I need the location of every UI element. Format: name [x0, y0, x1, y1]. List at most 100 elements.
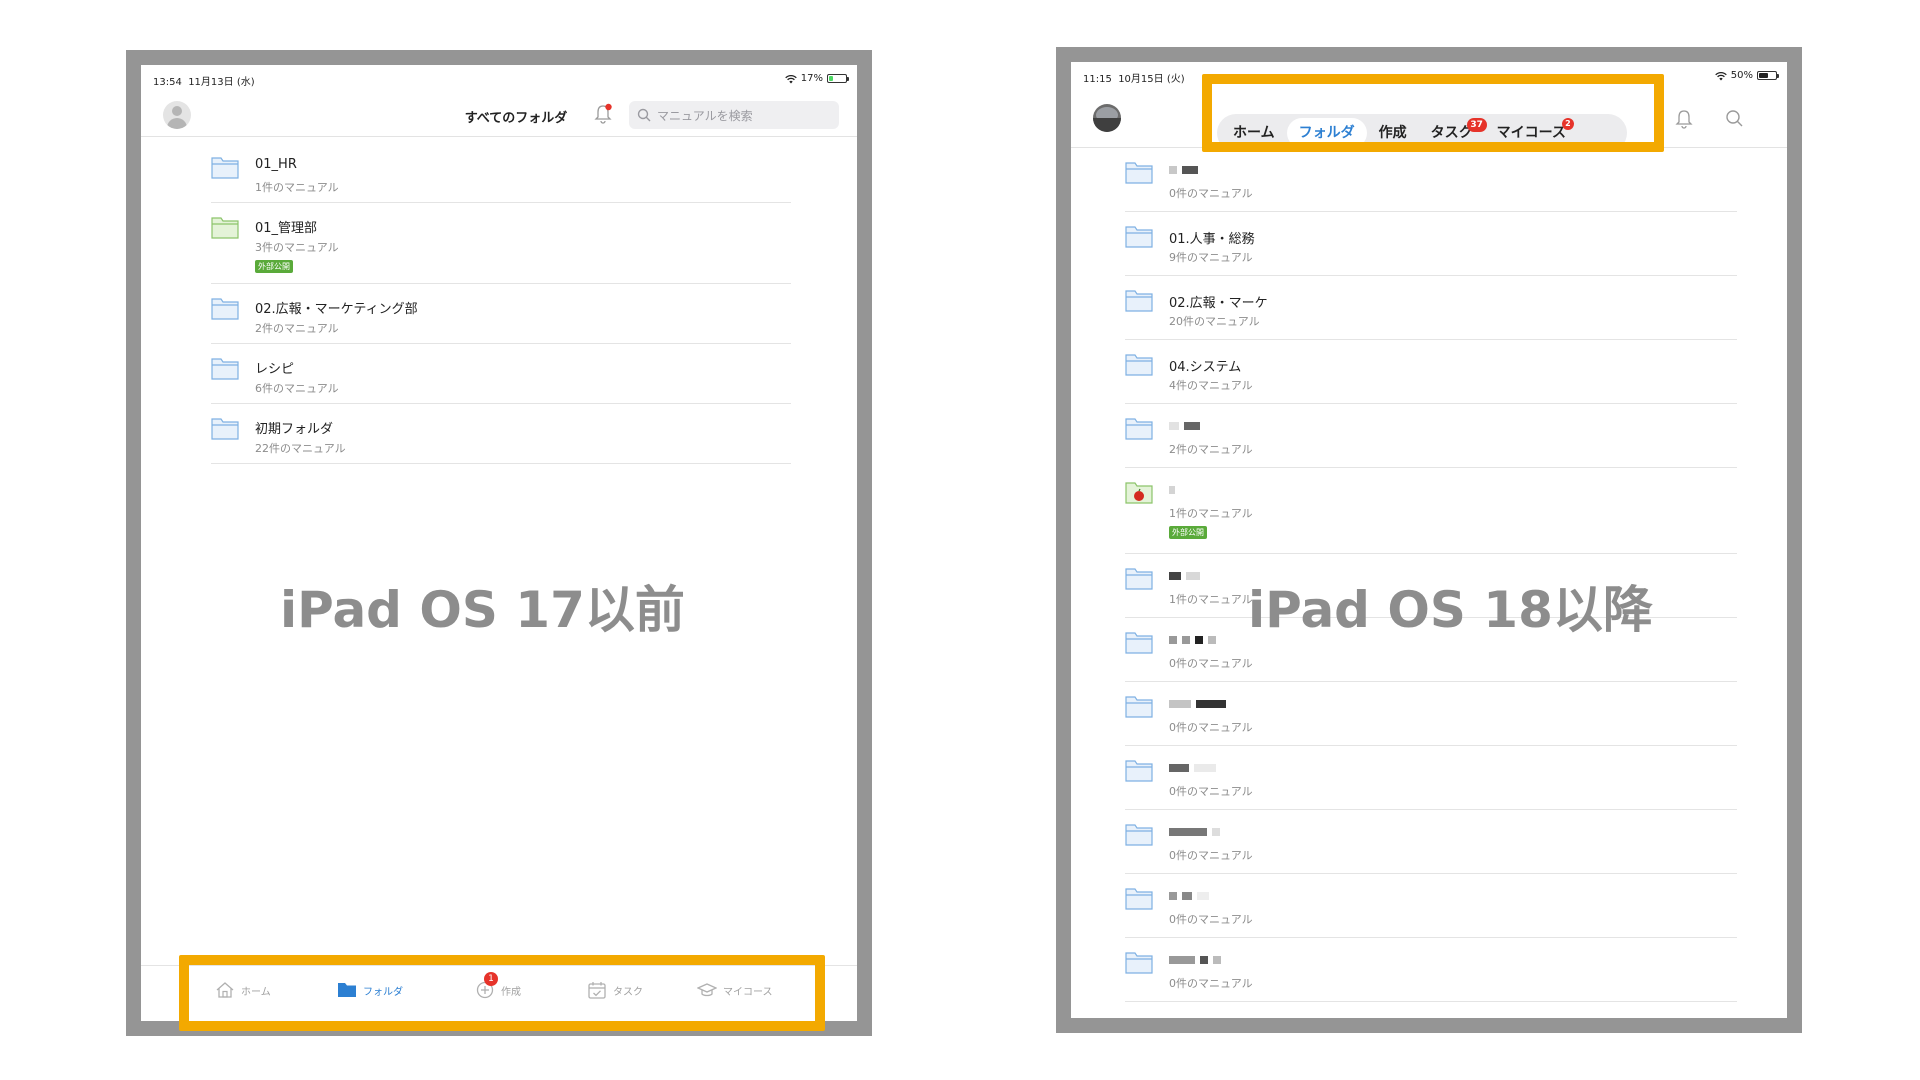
- status-date: 11月13日 (水): [188, 77, 255, 88]
- folder-name: 初期フォルダ: [255, 422, 334, 437]
- folder-count: 0件のマニュアル: [1169, 849, 1253, 862]
- folder-icon: [211, 418, 239, 440]
- public-tag: 外部公開: [1169, 526, 1207, 539]
- folder-row[interactable]: 0件のマニュアル: [1125, 874, 1737, 938]
- status-bar: 13:54 11月13日 (水) 17%: [153, 73, 849, 88]
- wifi-icon: [1715, 71, 1727, 80]
- ipad-screen-os18: 11:15 10月15日 (火) 50% ホーム フォルダ 作成 タスク 37: [1071, 62, 1787, 1018]
- redacted-name: [1169, 956, 1221, 964]
- public-tag: 外部公開: [255, 260, 293, 273]
- folder-row[interactable]: 2件のマニュアル: [1125, 404, 1737, 468]
- folder-count: 0件のマニュアル: [1169, 721, 1253, 734]
- folder-row[interactable]: レシピ 6件のマニュアル: [211, 344, 791, 404]
- folder-count: 2件のマニュアル: [1169, 443, 1253, 456]
- folder-row[interactable]: 1件のマニュアル 外部公開: [1125, 468, 1737, 554]
- battery-icon: [1757, 71, 1779, 80]
- status-date: 10月15日 (火): [1118, 74, 1185, 85]
- folder-count: 0件のマニュアル: [1169, 977, 1253, 990]
- folder-list: 01_HR 1件のマニュアル 01_管理部 3件のマニュアル 外部公開 02.広…: [211, 143, 791, 464]
- folder-row[interactable]: 01_管理部 3件のマニュアル 外部公開: [211, 203, 791, 284]
- folder-icon: [1125, 568, 1153, 590]
- folder-row[interactable]: 初期フォルダ 22件のマニュアル: [211, 404, 791, 464]
- redacted-name: [1169, 636, 1216, 644]
- folder-name: 02.広報・マーケティング部: [255, 302, 418, 317]
- redacted-name: [1169, 892, 1209, 900]
- folder-name: 01_HR: [255, 157, 297, 172]
- highlight-frame-segments: [1202, 74, 1664, 152]
- battery-percent: 50%: [1730, 70, 1753, 81]
- folder-icon-green: [211, 217, 239, 239]
- folder-icon: [1125, 354, 1153, 376]
- redacted-name: [1169, 828, 1220, 836]
- folder-icon: [1125, 760, 1153, 782]
- folder-icon: [1125, 290, 1153, 312]
- caption-os18: iPad OS 18以降: [1248, 581, 1653, 639]
- status-right: 50%: [1715, 70, 1779, 81]
- folder-row[interactable]: 01_HR 1件のマニュアル: [211, 143, 791, 203]
- status-time: 13:54: [153, 77, 182, 88]
- redacted-name: [1169, 422, 1200, 430]
- wifi-icon: [785, 74, 797, 83]
- folder-icon: [1125, 226, 1153, 248]
- redacted-name: [1169, 700, 1226, 708]
- folder-icon: [211, 358, 239, 380]
- folder-row[interactable]: 0件のマニュアル: [1125, 938, 1737, 1002]
- folder-count: 1件のマニュアル: [1169, 593, 1253, 606]
- ipad-screen-os17: 13:54 11月13日 (水) 17% すべてのフォルダ マニュアルを検索 0…: [141, 65, 857, 1021]
- folder-icon: [1125, 696, 1153, 718]
- folder-row[interactable]: 0件のマニュアル: [1125, 148, 1737, 212]
- folder-count: 0件のマニュアル: [1169, 187, 1253, 200]
- folder-name: 04.システム: [1169, 360, 1242, 375]
- redacted-name: [1169, 764, 1216, 772]
- folder-row[interactable]: 0件のマニュアル: [1125, 682, 1737, 746]
- folder-count: 1件のマニュアル: [1169, 507, 1253, 520]
- redacted-name: [1169, 166, 1198, 174]
- folder-count: 9件のマニュアル: [1169, 251, 1253, 264]
- search-placeholder: マニュアルを検索: [657, 109, 753, 123]
- folder-icon: [1125, 952, 1153, 974]
- notification-bell-icon[interactable]: [593, 103, 613, 125]
- notification-bell-icon[interactable]: [1674, 108, 1694, 130]
- folder-count: 0件のマニュアル: [1169, 657, 1253, 670]
- folder-icon: [1125, 888, 1153, 910]
- status-time: 11:15: [1083, 74, 1112, 85]
- folder-row[interactable]: 02.広報・マーケ 20件のマニュアル: [1125, 276, 1737, 340]
- redacted-name: [1169, 486, 1175, 494]
- search-input[interactable]: マニュアルを検索: [629, 101, 839, 129]
- folder-row[interactable]: 04.システム 4件のマニュアル: [1125, 340, 1737, 404]
- folder-row[interactable]: 02.広報・マーケティング部 2件のマニュアル: [211, 284, 791, 344]
- folder-icon: [1125, 418, 1153, 440]
- folder-count: 0件のマニュアル: [1169, 913, 1253, 926]
- ipad-frame-os17: 13:54 11月13日 (水) 17% すべてのフォルダ マニュアルを検索 0…: [126, 50, 872, 1036]
- caption-os17: iPad OS 17以前: [280, 581, 685, 639]
- folder-row[interactable]: 0件のマニュアル: [1125, 810, 1737, 874]
- folder-row[interactable]: 0件のマニュアル: [1125, 746, 1737, 810]
- status-right: 17%: [785, 73, 849, 84]
- ipad-frame-os18: 11:15 10月15日 (火) 50% ホーム フォルダ 作成 タスク 37: [1056, 47, 1802, 1033]
- status-time-date: 13:54 11月13日 (水): [153, 73, 255, 88]
- highlight-frame-tabbar: [179, 955, 825, 1031]
- folder-count: 22件のマニュアル: [255, 442, 346, 455]
- folder-name: 02.広報・マーケ: [1169, 296, 1268, 311]
- folder-name: 01.人事・総務: [1169, 232, 1255, 247]
- folder-icon: [211, 157, 239, 179]
- folder-count: 3件のマニュアル: [255, 241, 339, 254]
- folder-icon: [211, 298, 239, 320]
- search-icon[interactable]: [1724, 108, 1744, 130]
- folder-icon: [1125, 632, 1153, 654]
- folder-count: 20件のマニュアル: [1169, 315, 1260, 328]
- redacted-name: [1169, 572, 1200, 580]
- folder-icon: [1125, 824, 1153, 846]
- folder-name: レシピ: [255, 362, 295, 377]
- status-time-date: 11:15 10月15日 (火): [1083, 70, 1185, 85]
- folder-name: 01_管理部: [255, 221, 318, 236]
- avatar[interactable]: [1093, 104, 1121, 132]
- folder-count: 6件のマニュアル: [255, 382, 339, 395]
- search-icon: [637, 108, 651, 122]
- folder-icon: [1125, 162, 1153, 184]
- folder-row[interactable]: 01.人事・総務 9件のマニュアル: [1125, 212, 1737, 276]
- apple-folder-icon: [1125, 482, 1153, 504]
- navigation-bar: すべてのフォルダ マニュアルを検索: [141, 93, 857, 137]
- folder-count: 0件のマニュアル: [1169, 785, 1253, 798]
- comparison-stage: 13:54 11月13日 (水) 17% すべてのフォルダ マニュアルを検索 0…: [0, 0, 1920, 1080]
